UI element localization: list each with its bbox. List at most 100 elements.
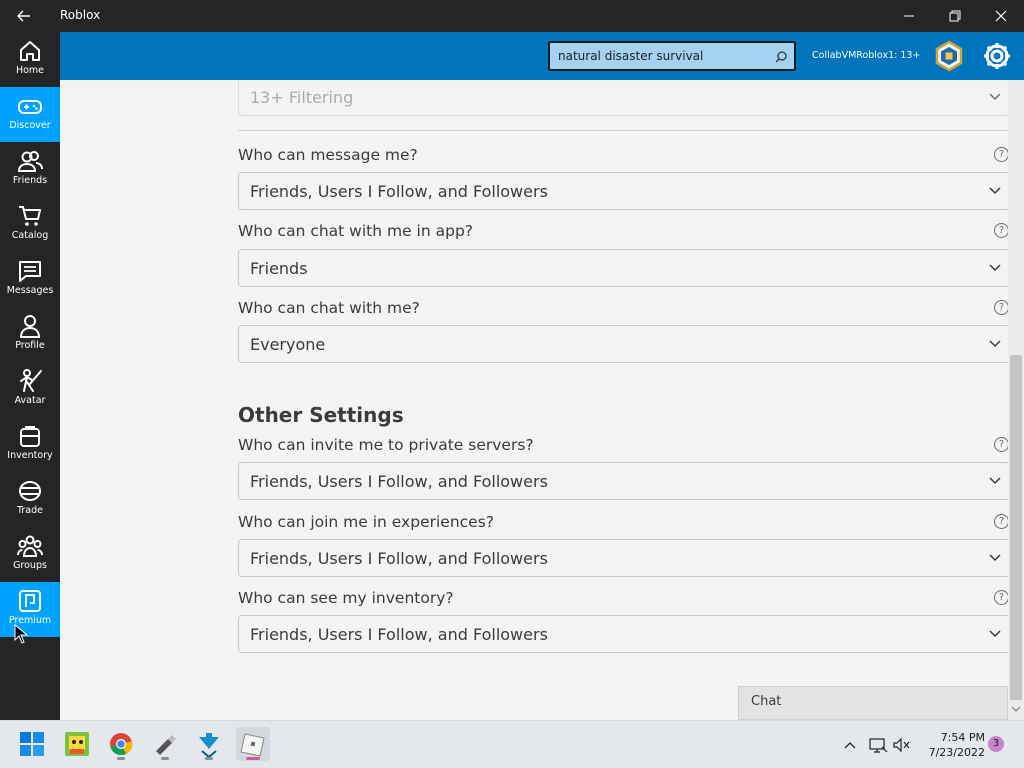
chat-bar[interactable]: Chat bbox=[738, 686, 1008, 720]
clock-date: 7/23/2022 bbox=[928, 746, 985, 759]
scroll-down-arrow-icon[interactable] bbox=[1010, 704, 1022, 714]
chevron-down-icon bbox=[989, 630, 1001, 638]
help-icon[interactable]: ? bbox=[994, 300, 1008, 315]
taskbar-app-tool[interactable] bbox=[192, 727, 226, 761]
groups-icon bbox=[17, 535, 43, 557]
sidebar-item-premium[interactable]: Premium bbox=[0, 582, 60, 637]
arrow-tool-icon bbox=[199, 733, 219, 759]
sidebar-item-label: Friends bbox=[12, 175, 48, 186]
filtering-dropdown[interactable]: 13+ Filtering bbox=[238, 80, 1008, 116]
backpack-icon bbox=[20, 426, 40, 447]
username-label[interactable]: CollabVMRoblox1: 13+ bbox=[812, 50, 920, 61]
sidebar-item-label: Profile bbox=[15, 340, 45, 351]
roblox-icon bbox=[240, 733, 265, 757]
invite-dropdown[interactable]: Friends, Users I Follow, and Followers bbox=[238, 462, 1008, 500]
sidebar-item-friends[interactable]: Friends bbox=[0, 142, 60, 197]
chevron-down-icon bbox=[989, 477, 1001, 485]
help-icon[interactable]: ? bbox=[994, 514, 1008, 529]
volume-muted-icon[interactable] bbox=[892, 736, 912, 754]
sidebar-item-label: Discover bbox=[9, 120, 51, 131]
search-box[interactable] bbox=[548, 41, 796, 71]
network-icon[interactable] bbox=[868, 736, 888, 754]
scrollbar-thumb[interactable] bbox=[1010, 355, 1022, 700]
message-dropdown[interactable]: Friends, Users I Follow, and Followers bbox=[238, 172, 1008, 210]
join-dropdown[interactable]: Friends, Users I Follow, and Followers bbox=[238, 539, 1008, 577]
sidebar: Home Discover Friends Catalog Messages P… bbox=[0, 32, 60, 720]
system-clock[interactable]: 7:54 PM 7/23/2022 bbox=[915, 730, 985, 760]
sidebar-item-label: Trade bbox=[16, 505, 43, 516]
friends-icon bbox=[17, 151, 43, 172]
chat-app-dropdown[interactable]: Friends bbox=[238, 249, 1008, 287]
sidebar-item-label: Groups bbox=[13, 560, 47, 571]
gear-icon[interactable] bbox=[981, 40, 1013, 76]
sidebar-item-avatar[interactable]: Avatar bbox=[0, 362, 60, 417]
chevron-down-icon bbox=[989, 264, 1001, 272]
dropdown-value: Friends, Users I Follow, and Followers bbox=[250, 472, 548, 491]
restore-button[interactable] bbox=[932, 0, 978, 32]
chevron-up-icon[interactable] bbox=[842, 738, 858, 752]
taskbar-app-roblox[interactable] bbox=[236, 727, 270, 761]
clock-time: 7:54 PM bbox=[940, 731, 985, 744]
inventory-label: Who can see my inventory? bbox=[238, 589, 454, 607]
minimize-button[interactable] bbox=[886, 0, 932, 32]
trade-icon bbox=[19, 481, 41, 501]
chat-label: Who can chat with me? bbox=[238, 299, 420, 317]
running-indicator bbox=[161, 757, 169, 760]
sidebar-item-label: Catalog bbox=[11, 230, 49, 241]
sidebar-item-groups[interactable]: Groups bbox=[0, 527, 60, 582]
home-icon bbox=[20, 41, 40, 61]
sidebar-item-label: Inventory bbox=[7, 450, 53, 461]
window-title: Roblox bbox=[60, 8, 101, 22]
sidebar-item-label: Home bbox=[15, 65, 45, 76]
message-label: Who can message me? bbox=[238, 146, 418, 164]
sidebar-item-inventory[interactable]: Inventory bbox=[0, 417, 60, 472]
taskbar-app-usb[interactable] bbox=[148, 727, 182, 761]
mouse-cursor-icon bbox=[14, 624, 28, 644]
help-icon[interactable]: ? bbox=[994, 437, 1008, 452]
sidebar-item-label: Premium bbox=[8, 615, 52, 626]
avatar-icon bbox=[20, 369, 42, 392]
invite-label: Who can invite me to private servers? bbox=[238, 436, 534, 454]
chevron-down-icon bbox=[989, 554, 1001, 562]
premium-icon bbox=[19, 590, 41, 612]
chevron-down-icon bbox=[989, 187, 1001, 195]
sidebar-item-messages[interactable]: Messages bbox=[0, 252, 60, 307]
sidebar-item-trade[interactable]: Trade bbox=[0, 472, 60, 527]
help-icon[interactable]: ? bbox=[994, 147, 1008, 162]
dropdown-value: 13+ Filtering bbox=[250, 88, 354, 107]
search-input[interactable] bbox=[558, 48, 763, 64]
sidebar-item-profile[interactable]: Profile bbox=[0, 307, 60, 362]
close-button[interactable] bbox=[978, 0, 1024, 32]
sidebar-item-discover[interactable]: Discover bbox=[0, 87, 60, 142]
taskbar-app-chrome[interactable] bbox=[104, 727, 138, 761]
dropdown-value: Everyone bbox=[250, 335, 326, 354]
sidebar-item-label: Avatar bbox=[14, 395, 46, 406]
help-icon[interactable]: ? bbox=[994, 223, 1008, 238]
taskbar-app-game[interactable] bbox=[60, 727, 94, 761]
running-indicator bbox=[117, 757, 125, 760]
windows-logo-icon bbox=[20, 732, 44, 756]
title-bar: Roblox bbox=[0, 0, 1024, 32]
chat-label: Chat bbox=[751, 694, 782, 709]
search-icon[interactable] bbox=[774, 49, 788, 68]
join-label: Who can join me in experiences? bbox=[238, 513, 495, 531]
message-icon bbox=[19, 261, 41, 282]
other-settings-heading: Other Settings bbox=[238, 403, 404, 427]
gamepad-icon bbox=[18, 100, 42, 114]
chrome-icon bbox=[110, 733, 133, 756]
sidebar-item-home[interactable]: Home bbox=[0, 32, 60, 87]
taskbar: 7:54 PM 7/23/2022 bbox=[0, 720, 1024, 768]
notification-badge[interactable]: 3 bbox=[988, 736, 1004, 752]
sidebar-item-catalog[interactable]: Catalog bbox=[0, 197, 60, 252]
chat-dropdown[interactable]: Everyone bbox=[238, 325, 1008, 363]
sidebar-item-label: Messages bbox=[6, 285, 54, 296]
start-button[interactable] bbox=[15, 727, 49, 761]
back-arrow-icon[interactable] bbox=[14, 6, 34, 26]
help-icon[interactable]: ? bbox=[994, 590, 1008, 605]
dropdown-value: Friends, Users I Follow, and Followers bbox=[250, 182, 548, 201]
chat-app-label: Who can chat with me in app? bbox=[238, 222, 474, 240]
dropdown-value: Friends, Users I Follow, and Followers bbox=[250, 549, 548, 568]
dropdown-value: Friends, Users I Follow, and Followers bbox=[250, 625, 548, 644]
robux-icon[interactable] bbox=[933, 40, 965, 76]
inventory-dropdown[interactable]: Friends, Users I Follow, and Followers bbox=[238, 615, 1008, 653]
